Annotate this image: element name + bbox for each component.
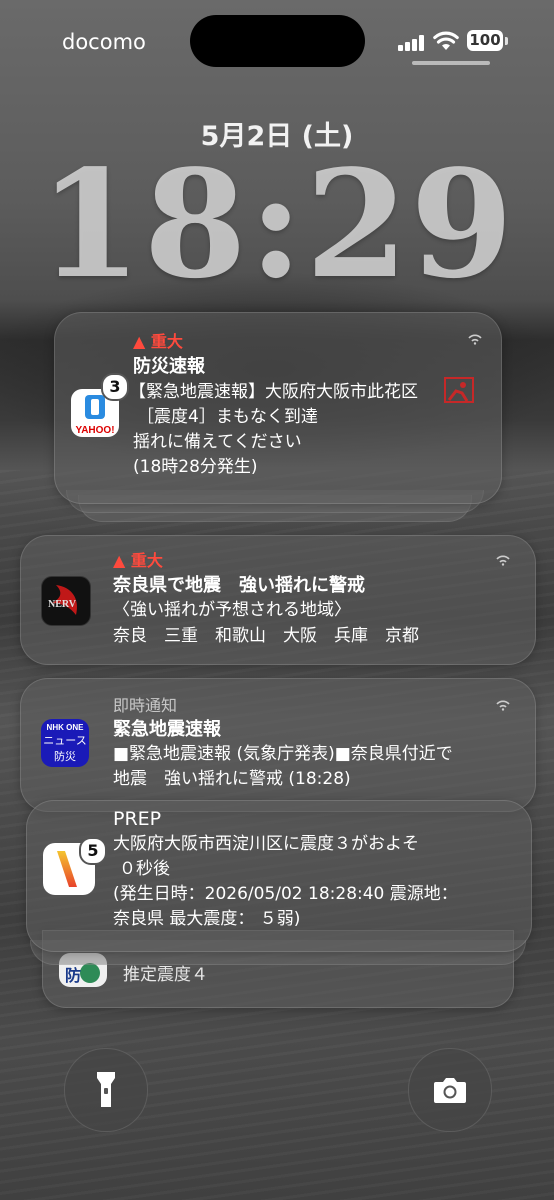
notification-body-line: ［震度4］まもなく到達 (137, 407, 318, 427)
nhk-icon-text: NHK ONE (46, 723, 84, 732)
nhk-app-icon: NHK ONE ニュース 防災 (41, 719, 89, 767)
notification-title: 防災速報 (133, 356, 205, 377)
notification-body-line: 揺れに備えてください (133, 432, 302, 452)
carrier-name: docomo (62, 30, 146, 54)
nhk-icon-text: 防災 (54, 750, 76, 763)
camera-button[interactable] (408, 1048, 492, 1132)
cellular-signal-icon (398, 35, 426, 51)
notification-body-line: 【緊急地震速報】大阪府大阪市此花区 (129, 382, 418, 402)
svg-text:YAHOO!: YAHOO! (75, 425, 114, 436)
svg-text:防: 防 (65, 966, 81, 985)
notification-title: 奈良県で地震 強い揺れに警戒 (113, 575, 365, 596)
warning-icon: ▲ (133, 332, 146, 351)
notification-body-line: 奈良県 最大震度： ５弱) (113, 909, 301, 929)
wifi-icon (496, 555, 510, 566)
warning-icon: ▲ (113, 551, 126, 570)
wifi-icon (433, 31, 459, 50)
notification-card-prep[interactable]: 5 PREP 大阪府大阪市西淀川区に震度３がおよそ ０秒後 (発生日時：2026… (26, 800, 532, 952)
notification-body-line: ０秒後 (119, 859, 170, 879)
priority-label: ▲ 重大 (133, 332, 183, 351)
notification-count-badge: 5 (79, 837, 107, 865)
nerv-app-icon: NERV (41, 576, 91, 626)
notification-body-line: 奈良 三重 和歌山 大阪 兵庫 京都 (113, 626, 419, 646)
notification-title: 緊急地震速報 (113, 719, 221, 740)
notification-body-line: 大阪府大阪市西淀川区に震度３がおよそ (113, 834, 419, 854)
battery-level: 100 (467, 30, 503, 51)
notification-card-bousai[interactable]: YAHOO! 3 ▲ 重大 防災速報 【緊急地震速報】大阪府大阪市此花区 ［震度… (54, 312, 502, 504)
camera-icon (434, 1078, 466, 1103)
wifi-icon (496, 700, 510, 711)
notification-body-line: (18時28分発生) (133, 457, 258, 477)
notification-peek-text: 推定震度４ (123, 965, 208, 985)
svg-text:NERV: NERV (48, 599, 77, 610)
notification-card-nerv[interactable]: NERV ▲ 重大 奈良県で地震 強い揺れに警戒 〈強い揺れが予想される地域〉 … (20, 535, 536, 665)
notification-body-line: (発生日時：2026/05/02 18:28:40 震源地： (113, 884, 458, 904)
notification-card-nhk[interactable]: NHK ONE ニュース 防災 即時通知 緊急地震速報 ■緊急地震速報 (気象庁… (20, 678, 536, 812)
priority-label: 即時通知 (113, 696, 178, 715)
battery-icon (505, 37, 508, 45)
control-center-handle[interactable] (412, 61, 490, 65)
wifi-icon (468, 334, 482, 345)
notification-title: PREP (113, 808, 162, 830)
flashlight-icon (97, 1072, 115, 1107)
nhk-icon-text: ニュース (43, 734, 87, 747)
notification-body-line: 地震 強い揺れに警戒 (18:28) (113, 769, 351, 789)
flashlight-button[interactable] (64, 1048, 148, 1132)
dynamic-island (190, 15, 365, 67)
status-bar: docomo 100 (0, 0, 554, 80)
notification-body-line: 〈強い揺れが予想される地域〉 (113, 600, 351, 620)
notification-body-line: ■緊急地震速報 (気象庁発表)■奈良県付近で (113, 744, 453, 764)
shake-alert-icon (444, 377, 474, 403)
lock-time: 18:29 (38, 137, 516, 311)
notification-count-badge: 3 (101, 373, 129, 401)
priority-label: ▲ 重大 (113, 551, 163, 570)
